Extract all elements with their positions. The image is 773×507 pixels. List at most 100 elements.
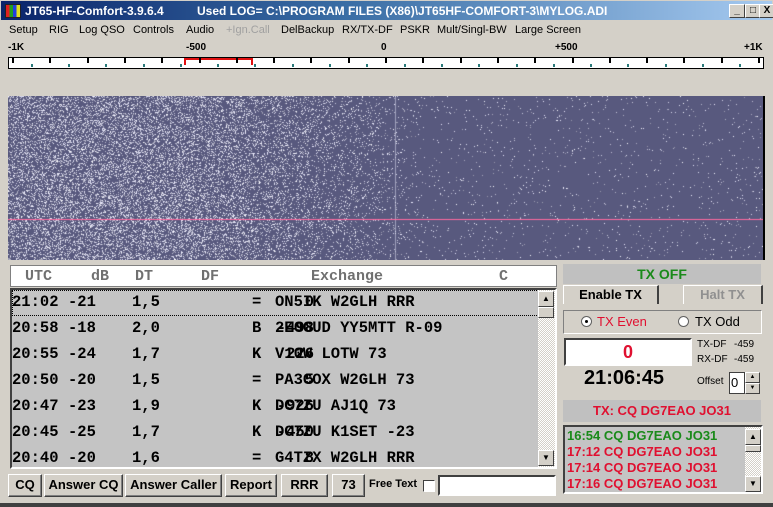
decode-row[interactable]: 21:02 -21 1,5 0 = ON5IK W2GLH RRR (12, 290, 539, 316)
cell-sync: = (252, 371, 262, 389)
offset-down-button[interactable]: ▼ (745, 383, 760, 394)
tx-history-scrollbar[interactable]: ▲ ▼ (745, 427, 761, 492)
cell-utc: 20:40 (12, 449, 59, 467)
menu-rx-tx-df[interactable]: RX/TX-DF (342, 24, 393, 36)
cell-db: -18 (68, 319, 96, 337)
ruler-label-plus-500: +500 (555, 42, 578, 53)
tx-history-item[interactable]: 16:54 CQ DG7EAO JO31 (567, 428, 717, 443)
window-bottom-border (0, 503, 773, 507)
ruler-label-plus-1k: +1K (744, 42, 763, 53)
menu-pskr[interactable]: PSKR (400, 24, 430, 36)
history-scroll-up-button[interactable]: ▲ (745, 429, 761, 445)
tx-even-label[interactable]: TX Even (597, 314, 647, 329)
tx-history-list[interactable]: 16:54 CQ DG7EAO JO31 17:12 CQ DG7EAO JO31… (563, 425, 763, 494)
menu-log-qso[interactable]: Log QSO (79, 24, 125, 36)
scroll-up-button[interactable]: ▲ (538, 291, 554, 307)
history-scroll-thumb[interactable] (745, 445, 761, 452)
halt-tx-button[interactable]: Halt TX (683, 285, 763, 304)
menu-ign-call[interactable]: +Ign.Call (226, 24, 270, 36)
rrr-button[interactable]: RRR (281, 474, 328, 497)
decode-list[interactable]: 21:02 -21 1,5 0 = ON5IK W2GLH RRR 20:58 -18 2,0-… (10, 288, 557, 469)
minimize-button[interactable]: _ (729, 4, 745, 18)
tx-odd-radio[interactable] (678, 316, 689, 327)
tx-df-value: -459 (734, 339, 755, 350)
ruler-major-tick (385, 58, 387, 63)
ruler-major-tick (123, 58, 126, 63)
waterfall-display[interactable] (8, 96, 765, 260)
ruler-minor-tick (627, 64, 630, 67)
ruler-major-tick (235, 58, 238, 63)
tx-counter-display: 0 (564, 338, 692, 366)
ruler-major-tick (422, 58, 425, 63)
answer-cq-button[interactable]: Answer CQ (44, 474, 123, 497)
decode-list-header: UTC dB DT DF Exchange C (10, 265, 557, 287)
header-utc: UTC (25, 268, 53, 285)
tx-history-item[interactable]: 17:14 CQ DG7EAO JO31 (567, 460, 717, 475)
menu-delbackup[interactable]: DelBackup (281, 24, 334, 36)
ruler-major-tick (683, 58, 686, 63)
menu-setup[interactable]: Setup (9, 24, 38, 36)
seventy-three-button[interactable]: 73 (332, 474, 365, 497)
report-button[interactable]: Report (225, 474, 277, 497)
tx-history-item[interactable]: 17:12 CQ DG7EAO JO31 (567, 444, 717, 459)
decode-row[interactable]: 20:40 -20 1,6 8 = G4TZX W2GLH RRR (12, 446, 539, 467)
decode-row[interactable]: 20:47 -23 1,9 -926 K DC7ZU AJ1Q 73 (12, 394, 539, 420)
menu-audio[interactable]: Audio (186, 24, 214, 36)
menu-large-screen[interactable]: Large Screen (515, 24, 581, 36)
ruler-major-tick (12, 58, 14, 63)
cell-utc: 20:45 (12, 423, 59, 441)
ruler-major-tick (49, 58, 52, 63)
cq-button[interactable]: CQ (8, 474, 42, 497)
free-text-checkbox[interactable] (423, 480, 435, 492)
tx-period-group: TX Even TX Odd (563, 310, 762, 334)
ruler-minor-tick (105, 64, 108, 67)
ruler-minor-tick (664, 64, 667, 67)
cell-dt: 1,9 (132, 397, 160, 415)
cell-sync: B (252, 319, 262, 337)
menu-controls[interactable]: Controls (133, 24, 174, 36)
cell-dt: 1,7 (132, 345, 160, 363)
offset-input[interactable]: 0 (729, 372, 745, 394)
free-text-input[interactable] (438, 475, 556, 496)
close-button[interactable]: X (759, 4, 773, 18)
ruler-minor-tick (440, 64, 443, 67)
enable-tx-button[interactable]: Enable TX (563, 285, 659, 304)
answer-caller-button[interactable]: Answer Caller (125, 474, 222, 497)
title-bar: JT65-HF-Comfort-3.9.6.4 Used LOG= C:\PRO… (0, 0, 773, 21)
decode-row[interactable]: 20:55 -24 1,7 226 K V10W LOTW 73 (12, 342, 539, 368)
ruler-minor-tick (552, 64, 555, 67)
cell-dt: 2,0 (132, 319, 160, 337)
app-icon[interactable] (5, 4, 21, 18)
scroll-down-button[interactable]: ▼ (538, 450, 554, 466)
scroll-thumb[interactable] (538, 307, 554, 318)
ruler-minor-tick (590, 64, 593, 67)
decode-list-scrollbar[interactable]: ▲ ▼ (538, 290, 555, 467)
ruler-minor-tick (329, 64, 332, 67)
menu-rig[interactable]: RIG (49, 24, 69, 36)
utc-clock: 21:06:45 (584, 367, 665, 389)
header-exchange: Exchange (311, 268, 384, 285)
tx-message: TX: CQ DG7EAO JO31 (563, 400, 761, 422)
frequency-ruler[interactable] (8, 57, 764, 69)
menu-mult-singl-bw[interactable]: Mult/Singl-BW (437, 24, 507, 36)
ruler-label-minus-1k: -1K (8, 42, 25, 53)
ruler-minor-tick (366, 64, 369, 67)
cell-exchange: V10W LOTW 73 (275, 345, 387, 363)
tx-odd-label[interactable]: TX Odd (695, 314, 740, 329)
offset-up-button[interactable]: ▲ (745, 372, 760, 383)
waterfall-canvas[interactable] (8, 96, 763, 260)
history-scroll-down-button[interactable]: ▼ (745, 476, 761, 492)
log-path-title: Used LOG= C:\PROGRAM FILES (X86)\JT65HF-… (197, 4, 608, 18)
ruler-major-tick (758, 58, 760, 63)
cell-sync: K (252, 423, 262, 441)
cell-db: -20 (68, 371, 96, 389)
ruler-major-tick (161, 58, 164, 63)
decode-row[interactable]: 20:45 -25 1,7 -450 K DC7ZU K1SET -23 (12, 420, 539, 446)
cell-sync: K (252, 345, 262, 363)
decode-row[interactable]: 20:50 -20 1,5 5 = PA3COX W2GLH 73 (12, 368, 539, 394)
tx-even-radio[interactable] (581, 316, 592, 327)
tx-df-label: TX-DF (697, 339, 727, 350)
tx-history-item[interactable]: 17:16 CQ DG7EAO JO31 (567, 476, 717, 491)
decode-row[interactable]: 20:58 -18 2,0 -498 B 2E0GUD YY5MTT R-09 (12, 316, 539, 342)
ruler-minor-tick (478, 64, 481, 67)
